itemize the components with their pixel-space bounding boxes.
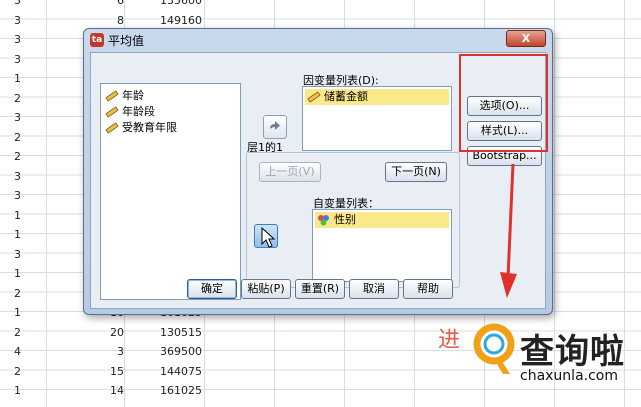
scale-ruler-icon bbox=[105, 122, 119, 134]
arrow-right-icon bbox=[270, 121, 280, 130]
dependent-var-label: 储蓄金额 bbox=[324, 90, 368, 103]
table-cell[interactable]: 3 bbox=[0, 50, 21, 69]
scale-ruler-icon bbox=[105, 90, 119, 102]
close-button[interactable]: X bbox=[506, 30, 546, 47]
table-cell[interactable]: 2 bbox=[0, 362, 21, 381]
cancel-button[interactable]: 取消 bbox=[349, 279, 399, 299]
independent-var-label: 性别 bbox=[334, 213, 356, 226]
dependent-var-item[interactable]: 储蓄金额 bbox=[305, 89, 449, 105]
site-logo: 查询啦 chaxunla.com bbox=[466, 320, 636, 390]
table-cell[interactable]: 149160 bbox=[125, 11, 202, 30]
source-var-item[interactable]: 年龄段 bbox=[105, 104, 155, 120]
table-cell[interactable]: 369500 bbox=[125, 342, 202, 361]
source-var-label: 年龄段 bbox=[122, 105, 155, 118]
table-cell[interactable]: 135600 bbox=[125, 0, 202, 10]
reset-button[interactable]: 重置(R) bbox=[295, 279, 345, 299]
search-magnifier-icon bbox=[473, 323, 515, 374]
previous-layer-button[interactable]: 上一页(V) bbox=[259, 162, 321, 182]
table-cell[interactable]: 1 bbox=[0, 225, 21, 244]
table-cell[interactable]: 3 bbox=[0, 11, 21, 30]
table-cell[interactable]: 2 bbox=[0, 147, 21, 166]
table-cell[interactable]: 130515 bbox=[125, 323, 202, 342]
table-cell[interactable]: 3 bbox=[0, 0, 21, 10]
nominal-variable-icon bbox=[317, 214, 331, 226]
table-cell[interactable]: 1 bbox=[0, 206, 21, 225]
table-cell[interactable]: 161025 bbox=[125, 381, 202, 400]
source-var-item[interactable]: 受教育年限 bbox=[105, 120, 177, 136]
table-row[interactable]: 3 8 149160 bbox=[0, 11, 641, 30]
table-cell[interactable]: 6 bbox=[47, 0, 124, 10]
table-cell[interactable]: 2 bbox=[0, 89, 21, 108]
table-cell[interactable]: 3 bbox=[47, 342, 124, 361]
table-cell[interactable]: 144075 bbox=[125, 362, 202, 381]
table-cell[interactable]: 2 bbox=[0, 128, 21, 147]
move-to-dependent-button[interactable] bbox=[263, 115, 287, 139]
independent-variable-list[interactable]: 性别 bbox=[312, 209, 452, 282]
table-cell[interactable]: 2 bbox=[0, 284, 21, 303]
table-cell[interactable]: 15 bbox=[47, 362, 124, 381]
scale-ruler-icon bbox=[105, 106, 119, 118]
table-cell[interactable]: 1 bbox=[0, 69, 21, 88]
table-row[interactable]: 3 6 135600 bbox=[0, 0, 641, 10]
table-cell[interactable]: 3 bbox=[0, 245, 21, 264]
app-icon: ta bbox=[90, 33, 104, 47]
source-variable-list[interactable]: 年龄 年龄段 受教育年限 bbox=[100, 83, 241, 300]
logo-name: 查询啦 bbox=[520, 332, 625, 372]
next-layer-button[interactable]: 下一页(N) bbox=[385, 162, 447, 182]
table-cell[interactable]: 3 bbox=[0, 186, 21, 205]
table-cell[interactable]: 3 bbox=[0, 167, 21, 186]
table-cell[interactable]: 2 bbox=[0, 323, 21, 342]
source-var-label: 受教育年限 bbox=[122, 121, 177, 134]
help-button[interactable]: 帮助 bbox=[403, 279, 453, 299]
paste-button[interactable]: 粘贴(P) bbox=[241, 279, 291, 299]
table-cell[interactable]: 3 bbox=[0, 108, 21, 127]
ok-button[interactable]: 确定 bbox=[187, 279, 237, 299]
logo-url: chaxunla.com bbox=[520, 368, 618, 384]
table-cell[interactable]: 3 bbox=[0, 30, 21, 49]
table-cell[interactable]: 14 bbox=[47, 381, 124, 400]
table-cell[interactable]: 20 bbox=[47, 323, 124, 342]
table-cell[interactable]: 1 bbox=[0, 264, 21, 283]
table-cell[interactable]: 1 bbox=[0, 303, 21, 322]
dialog-title: 平均值 bbox=[108, 34, 145, 48]
table-cell[interactable]: 1 bbox=[0, 381, 21, 400]
independent-var-item[interactable]: 性别 bbox=[315, 212, 449, 228]
annotation-text: 进 bbox=[438, 328, 461, 353]
red-down-arrow-icon bbox=[500, 163, 517, 298]
table-cell[interactable]: 4 bbox=[0, 342, 21, 361]
mouse-cursor-icon bbox=[261, 227, 276, 248]
dialog-titlebar[interactable]: ta 平均值 X bbox=[84, 29, 552, 51]
table-cell[interactable]: 8 bbox=[47, 11, 124, 30]
dependent-variable-list[interactable]: 储蓄金额 bbox=[302, 86, 452, 151]
highlight-rectangle bbox=[459, 54, 548, 152]
source-var-label: 年龄 bbox=[122, 89, 144, 102]
source-var-item[interactable]: 年龄 bbox=[105, 88, 144, 104]
scale-ruler-icon bbox=[307, 91, 321, 103]
